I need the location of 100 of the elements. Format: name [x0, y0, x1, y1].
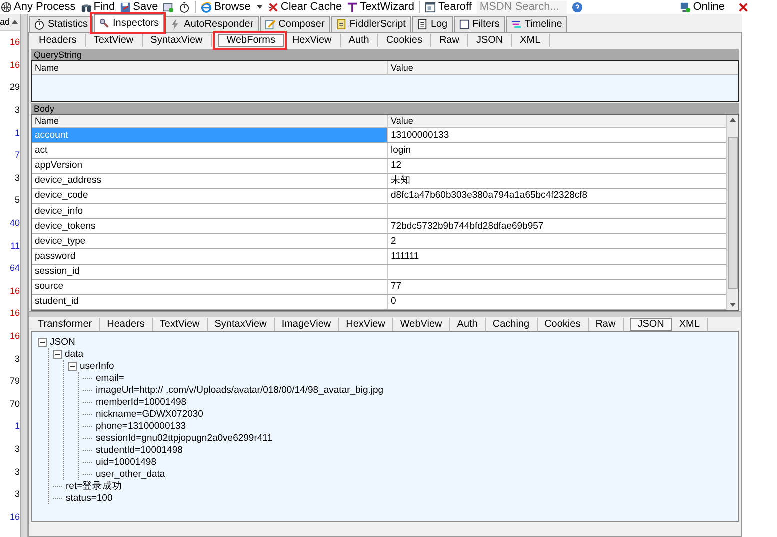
table-cell[interactable]: source [32, 280, 388, 294]
inspector-tab[interactable]: Log [412, 16, 453, 32]
tree-node[interactable]: data [65, 348, 84, 360]
inspector-tab[interactable]: Filters [454, 16, 505, 32]
collapse-icon[interactable] [68, 362, 77, 370]
table-cell: 72bdc5732b9b744bfd28dfae69b957 [391, 220, 544, 232]
table-cell: 13100000133 [391, 130, 450, 141]
session-cell: 1 [14, 421, 20, 432]
inspector-tab[interactable]: Timeline [506, 16, 568, 32]
table-cell[interactable]: device_tokens [32, 219, 388, 234]
screenshot-icon[interactable] [163, 2, 174, 12]
session-cell: 16 [10, 331, 20, 342]
table-cell[interactable]: session_id [32, 264, 388, 279]
session-cell: 64 [10, 263, 20, 274]
caret-icon[interactable] [256, 5, 263, 9]
session-cell: 5 [14, 195, 20, 206]
session-cell: 16 [10, 60, 20, 70]
request-view-tab[interactable]: Headers [31, 34, 86, 47]
request-view-tab[interactable]: Auth [340, 34, 378, 47]
response-view-tab[interactable]: JSON [630, 318, 672, 330]
request-view-tab[interactable]: XML [512, 34, 550, 47]
inspector-tab[interactable]: AutoResponder [165, 16, 259, 32]
request-view-tab[interactable]: JSON [468, 34, 512, 47]
text-wizard-icon [347, 2, 358, 12]
inspector-tab[interactable]: Inspectors [94, 14, 164, 32]
column-header[interactable]: Value [388, 115, 726, 128]
inspector-tab[interactable]: Composer [260, 16, 330, 32]
tree-node[interactable]: sessionId=gnu02ttpjopugn2a0ve6299r411 [96, 432, 273, 444]
tree-node[interactable]: JSON [50, 336, 76, 348]
inspect-icon [99, 18, 110, 29]
request-view-tab[interactable]: HexView [284, 34, 341, 47]
tree-node[interactable]: email= [96, 372, 124, 384]
session-cell: 3 [14, 172, 20, 183]
table-cell[interactable]: appVersion [32, 158, 388, 173]
tree-node[interactable]: status=100 [66, 492, 113, 504]
session-cell: 7 [14, 150, 20, 160]
script-icon [336, 19, 347, 30]
table-cell[interactable]: password [32, 249, 388, 264]
toolbar-button[interactable]: Find [80, 1, 116, 13]
inspector-tab[interactable]: FiddlerScript [330, 16, 411, 32]
tree-node[interactable]: studentId=10001498 [96, 444, 183, 456]
help-icon[interactable] [572, 2, 583, 12]
tree-node[interactable]: userInfo [80, 360, 114, 372]
stopwatch-icon[interactable] [179, 2, 190, 12]
column-header[interactable]: Name [32, 115, 388, 128]
session-cell: 3 [14, 354, 20, 364]
toolbar-button[interactable]: Browse [201, 1, 263, 13]
table-cell[interactable]: act [32, 143, 388, 158]
session-cell: 1 [14, 128, 20, 138]
inspector-tab[interactable]: Statistics [29, 16, 94, 32]
table-cell: 77 [391, 281, 402, 292]
table-cell[interactable]: device_code [32, 188, 388, 203]
toolbar-button[interactable]: Any Process [1, 1, 76, 13]
session-cell: 3 [14, 489, 20, 500]
tree-node[interactable]: ret=登录成功 [66, 480, 123, 492]
toolbar-button[interactable]: Save [120, 1, 158, 13]
session-cell: 79 [10, 376, 20, 386]
request-view-tab[interactable]: Cookies [378, 34, 432, 47]
session-cell: 16 [10, 286, 20, 296]
request-view-tab[interactable]: SyntaxView [142, 34, 212, 47]
table-cell[interactable]: student_id [32, 294, 388, 309]
session-cell: 3 [14, 444, 20, 454]
online-status[interactable]: Online [680, 1, 725, 13]
pencil-icon [264, 19, 276, 30]
toolbar-button[interactable]: Tearoff [425, 1, 472, 13]
column-header[interactable]: Value [388, 61, 738, 74]
clear-icon [268, 2, 279, 12]
globe-icon [1, 2, 12, 12]
collapse-icon[interactable] [53, 350, 62, 358]
table-cell[interactable]: device_address [32, 174, 388, 188]
tree-node[interactable]: nickname=GDWX072030 [96, 408, 204, 420]
browser-icon [201, 2, 212, 12]
toolbar-button[interactable]: TextWizard [347, 1, 414, 13]
table-cell[interactable]: device_info [32, 204, 388, 218]
table-cell: login [391, 144, 412, 156]
tree-node[interactable]: uid=10001498 [96, 456, 156, 468]
table-cell: 未知 [391, 174, 411, 188]
table-cell: 111111 [391, 250, 420, 262]
checkbox-icon [458, 19, 470, 30]
column-header[interactable]: Name [32, 61, 388, 74]
stopwatch-icon [34, 19, 45, 30]
tree-node[interactable]: memberId=10001498 [96, 396, 187, 408]
section-title: QueryString [34, 50, 82, 60]
session-cell: 29 [10, 82, 20, 92]
section-title: Body [34, 104, 55, 114]
close-icon[interactable] [738, 2, 749, 12]
request-view-tab[interactable]: WebForms [218, 34, 284, 47]
tree-node[interactable]: user_other_data [96, 468, 166, 480]
tree-node[interactable]: imageUrl=http:// .com/v/Uploads/avatar/018/00/14/98_avatar_big.jpg [96, 384, 384, 396]
request-view-tab[interactable]: Raw [431, 34, 468, 47]
toolbar-button[interactable]: Clear Cache [268, 1, 342, 13]
request-view-tab[interactable]: TextView [86, 34, 143, 47]
collapse-icon[interactable] [38, 338, 47, 346]
session-cell: 3 [14, 105, 20, 116]
search-field[interactable]: MSDN Search... [476, 0, 567, 14]
table-cell[interactable]: device_type [32, 234, 388, 248]
session-cell: 16 [10, 512, 20, 522]
scrollbar[interactable] [726, 115, 738, 310]
tree-node[interactable]: phone=13100000133 [96, 420, 186, 432]
network-icon [680, 2, 692, 12]
